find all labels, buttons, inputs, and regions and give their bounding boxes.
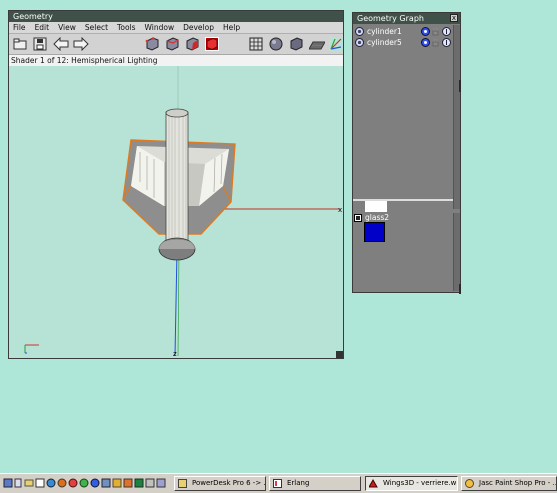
- quick-launch-icon[interactable]: [156, 478, 166, 488]
- paintshop-icon: [465, 479, 474, 488]
- wings3d-icon: [369, 479, 378, 488]
- select-object-icon[interactable]: [442, 27, 451, 36]
- geometry-window-title[interactable]: Geometry: [9, 11, 343, 22]
- powerdesk-icon: [178, 479, 187, 488]
- view-axis-indicator-icon: [24, 344, 39, 354]
- window-edge: [459, 284, 461, 294]
- menu-window[interactable]: Window: [141, 22, 180, 33]
- quick-launch-icon[interactable]: [24, 478, 34, 488]
- toolbar: [9, 34, 343, 55]
- menu-help[interactable]: Help: [219, 22, 245, 33]
- shader-info: Shader 1 of 12: Hemispherical Lighting: [9, 55, 343, 66]
- lock-icon[interactable]: [432, 27, 439, 36]
- redo-arrow-icon[interactable]: [73, 37, 89, 51]
- object-select-cube-icon[interactable]: [205, 37, 219, 51]
- smooth-shaded-icon[interactable]: [269, 37, 283, 51]
- quick-launch-icon[interactable]: [46, 478, 56, 488]
- select-object-icon[interactable]: [442, 38, 451, 47]
- flat-cube-icon[interactable]: [289, 37, 303, 51]
- task-label: Wings3D - verriere.wi...: [383, 479, 458, 487]
- window-edge: [459, 80, 461, 92]
- quick-launch-icon[interactable]: [101, 478, 111, 488]
- task-powerdesk[interactable]: PowerDesk Pro 6 -> ...: [174, 476, 266, 491]
- task-label: PowerDesk Pro 6 -> ...: [192, 479, 266, 487]
- graph-object-row[interactable]: cylinder1: [355, 26, 453, 37]
- visibility-eye-icon[interactable]: [421, 38, 430, 47]
- 3d-viewport[interactable]: x z: [9, 66, 343, 358]
- quick-launch-icon[interactable]: [79, 478, 89, 488]
- geometry-window[interactable]: Geometry File Edit View Select Tools Win…: [8, 10, 344, 359]
- quick-launch-icon[interactable]: [112, 478, 122, 488]
- quick-launch-icon[interactable]: [90, 478, 100, 488]
- task-label: Erlang: [287, 479, 310, 487]
- undo-arrow-icon[interactable]: [53, 37, 69, 51]
- object-node-icon: [355, 27, 364, 36]
- quick-launch-icon[interactable]: [68, 478, 78, 488]
- vertex-select-cube-icon[interactable]: [145, 37, 159, 51]
- close-icon[interactable]: x: [450, 14, 458, 22]
- x-axis-label: x: [338, 206, 342, 214]
- taskbar: PowerDesk Pro 6 -> ... Erlang Wings3D - …: [0, 473, 557, 493]
- object-list-scrollbar[interactable]: [453, 25, 460, 209]
- task-label: Jasc Paint Shop Pro - ...: [479, 479, 557, 487]
- ground-plane-icon[interactable]: [309, 37, 325, 51]
- menu-develop[interactable]: Develop: [179, 22, 219, 33]
- quick-launch-icon[interactable]: [35, 478, 45, 488]
- menu-edit[interactable]: Edit: [31, 22, 55, 33]
- open-folder-icon[interactable]: [13, 37, 27, 51]
- menu-view[interactable]: View: [54, 22, 81, 33]
- task-wings3d[interactable]: Wings3D - verriere.wi...: [365, 476, 458, 491]
- quick-launch-icon[interactable]: [123, 478, 133, 488]
- task-paintshop[interactable]: Jasc Paint Shop Pro - ...: [461, 476, 557, 491]
- quick-launch-icon[interactable]: [134, 478, 144, 488]
- z-axis-line: [174, 249, 178, 357]
- face-select-cube-icon[interactable]: [185, 37, 199, 51]
- scene: x z: [24, 66, 342, 358]
- material-preview-white: [365, 201, 387, 212]
- menu-bar: File Edit View Select Tools Window Devel…: [9, 22, 343, 34]
- axes-icon[interactable]: [329, 37, 343, 51]
- quick-launch-icon[interactable]: [57, 478, 67, 488]
- menu-select[interactable]: Select: [81, 22, 113, 33]
- material-list-scrollbar[interactable]: [453, 213, 460, 291]
- erlang-icon: [273, 479, 282, 488]
- geometry-graph-title[interactable]: Geometry Graph: [353, 13, 460, 24]
- graph-object-row[interactable]: cylinder5: [355, 37, 453, 48]
- edge-select-cube-icon[interactable]: [165, 37, 179, 51]
- save-icon[interactable]: [33, 37, 47, 51]
- lock-icon[interactable]: [432, 38, 439, 47]
- wireframe-icon[interactable]: [249, 37, 263, 51]
- menu-tools[interactable]: Tools: [113, 22, 140, 33]
- task-erlang[interactable]: Erlang: [269, 476, 361, 491]
- object-node-icon: [355, 38, 364, 47]
- z-axis-label: z: [173, 350, 177, 358]
- object-name: cylinder1: [367, 27, 402, 36]
- resize-grip-icon[interactable]: [336, 351, 343, 358]
- quick-launch-icon[interactable]: [145, 478, 155, 488]
- material-node-icon: [354, 214, 362, 222]
- quick-launch-icon[interactable]: [13, 478, 23, 488]
- menu-file[interactable]: File: [9, 22, 31, 33]
- geometry-graph-window[interactable]: Geometry Graph x cylinder1 cylinder5 gla…: [352, 12, 461, 293]
- visibility-eye-icon[interactable]: [421, 27, 430, 36]
- quick-launch-icon[interactable]: [3, 478, 13, 488]
- object-name: cylinder5: [367, 38, 402, 47]
- material-color-swatch[interactable]: [364, 222, 385, 242]
